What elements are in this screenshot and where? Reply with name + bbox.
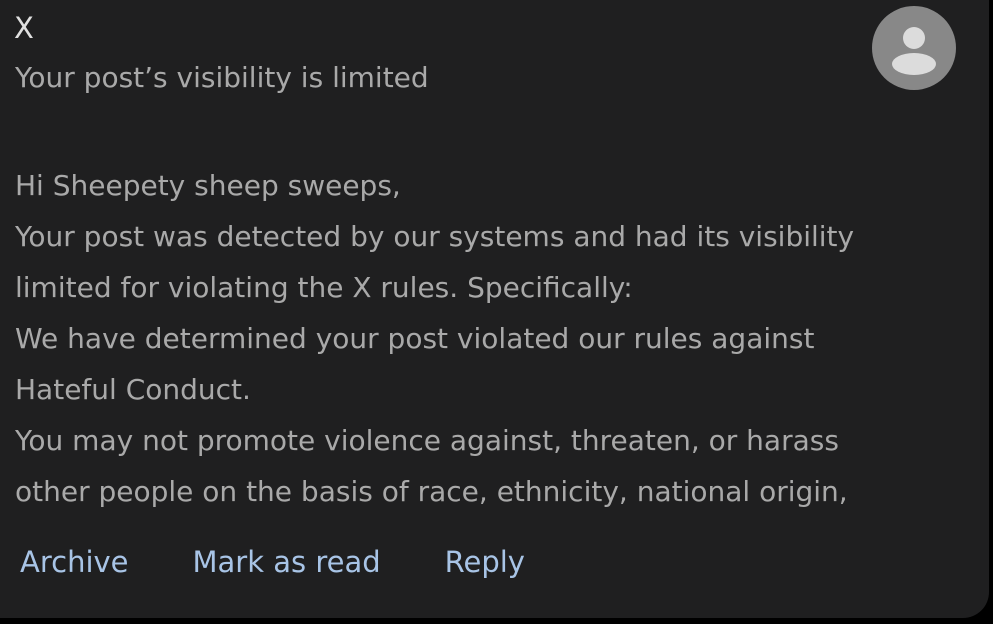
sender-avatar[interactable] — [872, 6, 956, 90]
reply-button[interactable]: Reply — [445, 538, 525, 586]
email-notification-card[interactable]: X Your post’s visibility is limited Hi S… — [0, 0, 989, 618]
body-line: Your post was detected by our systems an… — [15, 220, 855, 253]
archive-button[interactable]: Archive — [20, 538, 129, 586]
sender-name: X — [14, 11, 34, 45]
mark-as-read-button[interactable]: Mark as read — [193, 538, 381, 586]
notification-actions: Archive Mark as read Reply — [20, 538, 525, 586]
person-icon — [892, 27, 936, 75]
body-line: Hateful Conduct. — [15, 373, 251, 406]
body-line: other people on the basis of race, ethni… — [15, 475, 848, 508]
body-line: You may not promote violence against, th… — [15, 424, 839, 457]
body-line: limited for violating the X rules. Speci… — [15, 271, 633, 304]
email-subject: Your post’s visibility is limited — [15, 61, 429, 94]
body-line: We have determined your post violated ou… — [15, 322, 815, 355]
email-body-preview: Hi Sheepety sheep sweeps, Your post was … — [15, 160, 975, 517]
body-line: Hi Sheepety sheep sweeps, — [15, 169, 401, 202]
